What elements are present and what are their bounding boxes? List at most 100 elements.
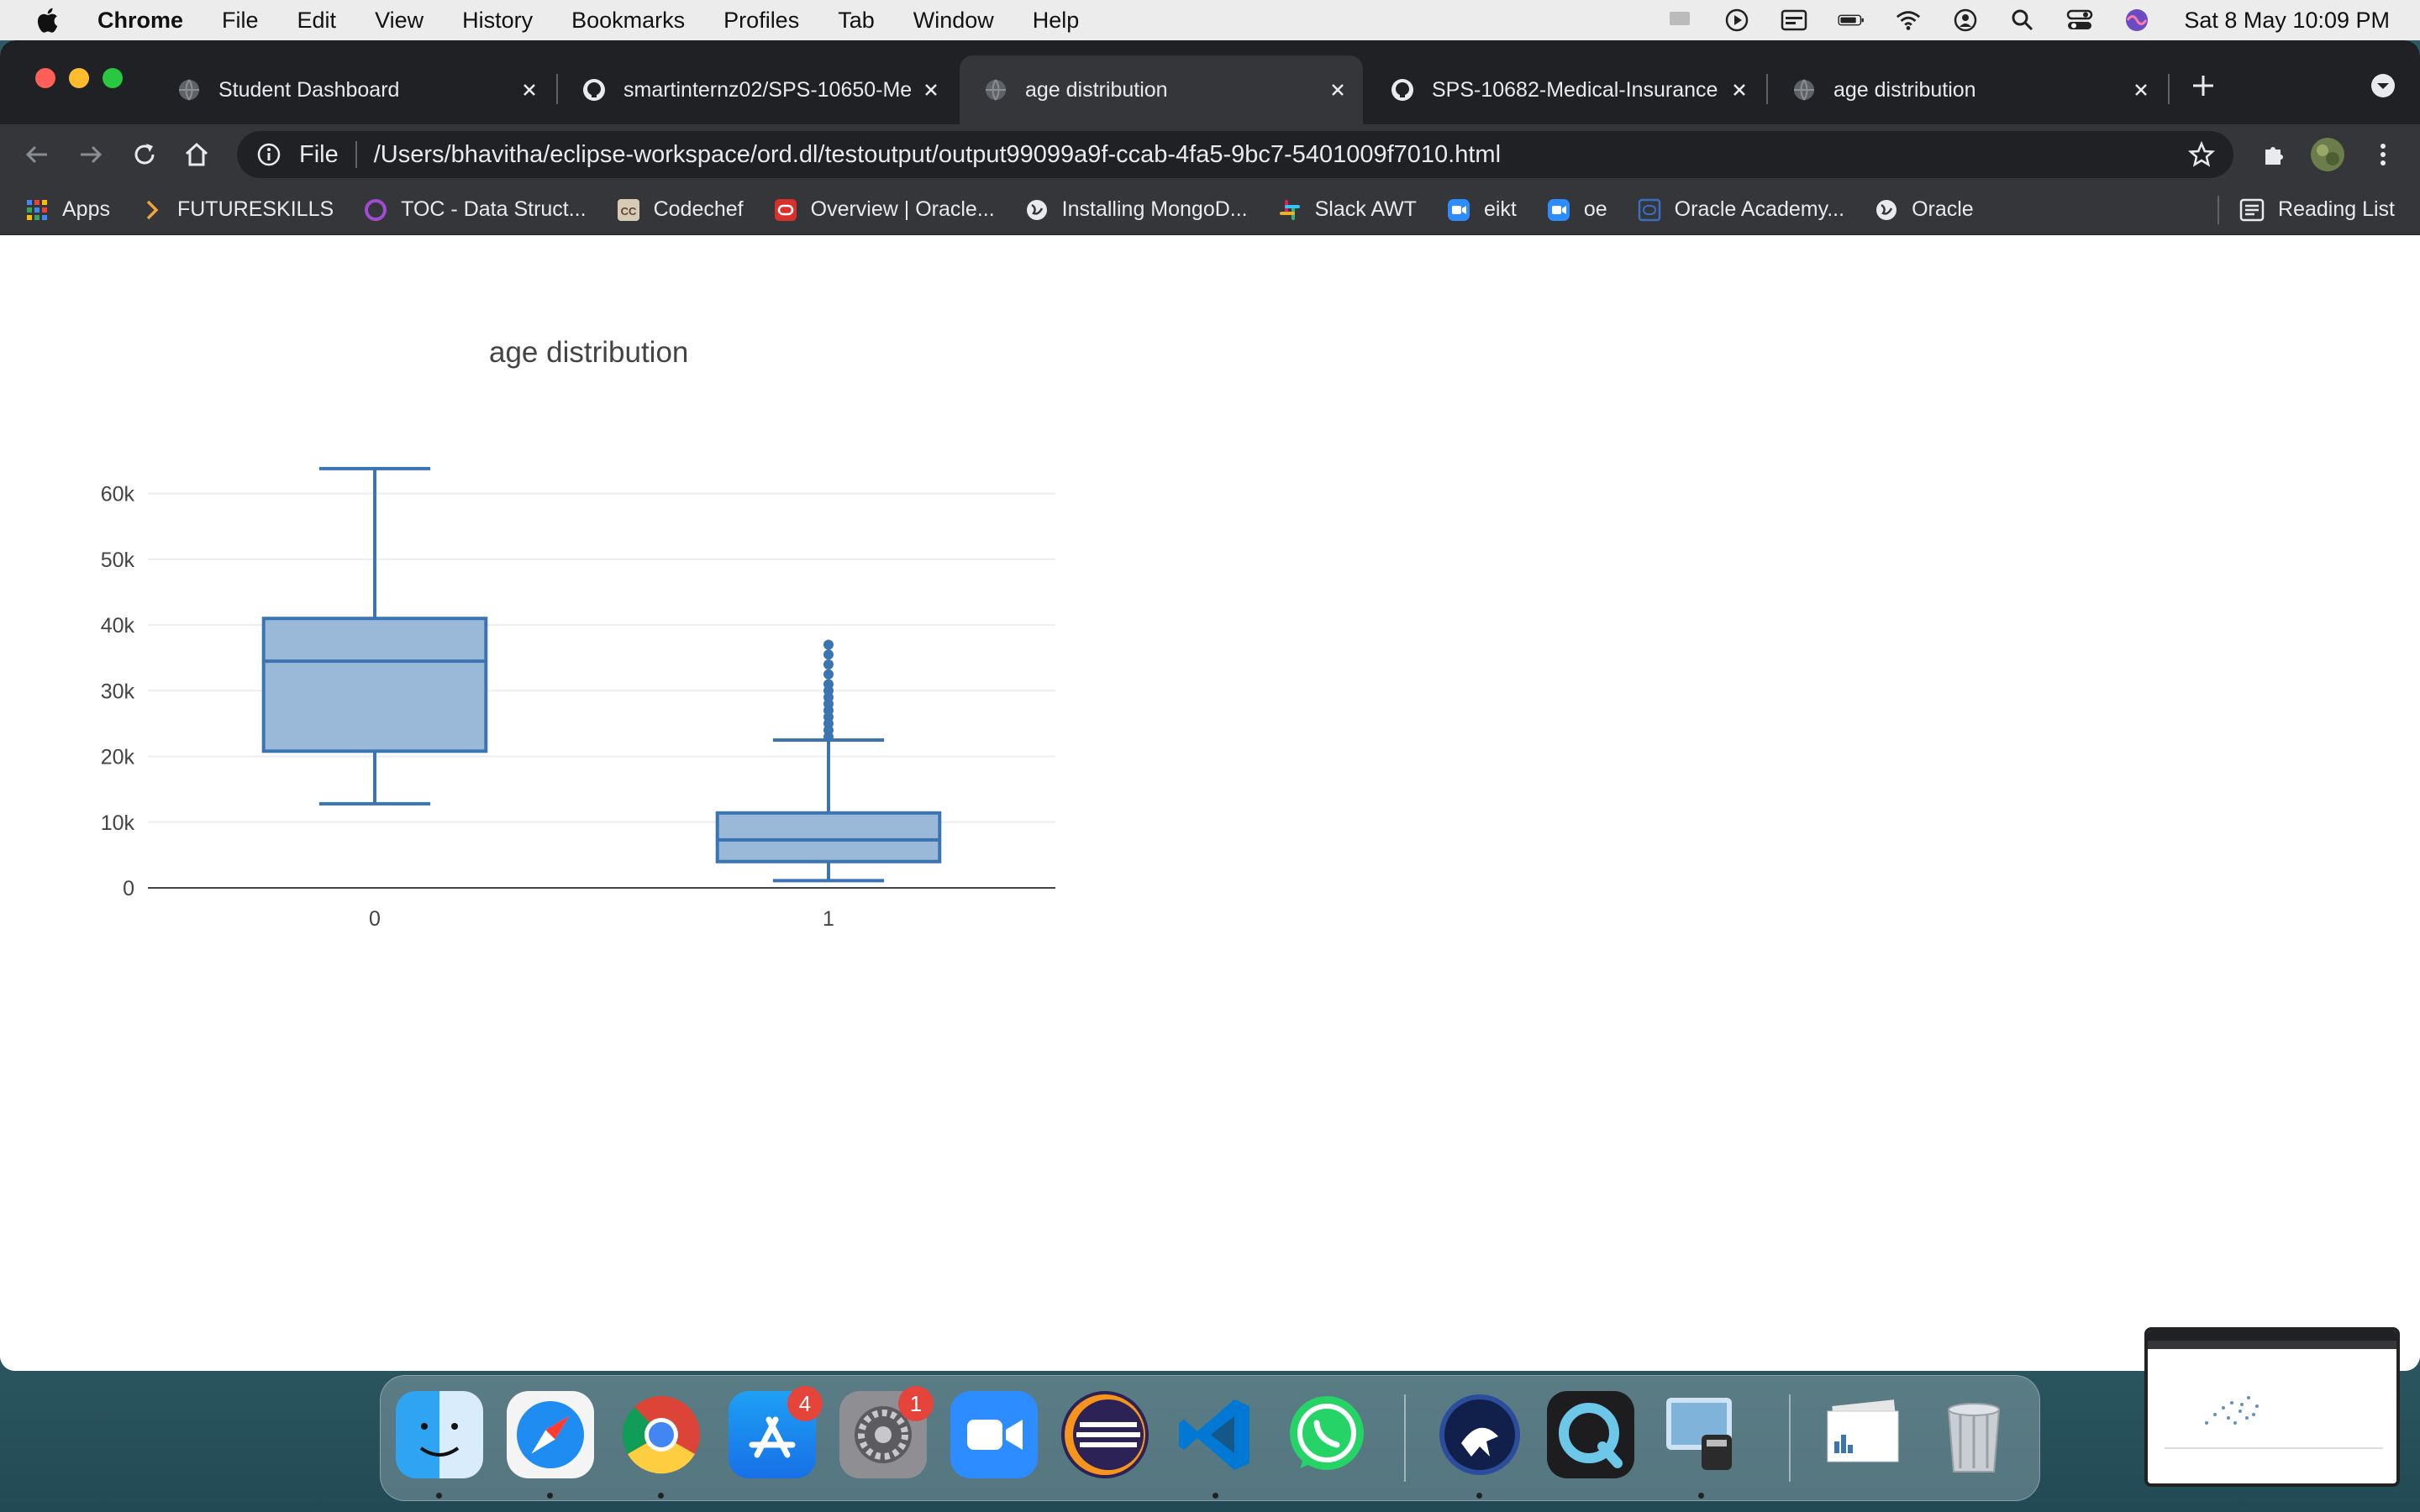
menu-bookmarks[interactable]: Bookmarks [571,8,685,34]
bookmark-label: Overview | Oracle... [810,197,995,221]
tab-age-distribution[interactable]: age distribution [1768,55,2166,124]
svg-text:CC: CC [620,205,636,218]
window-zoom-button[interactable] [103,68,123,88]
oracle-academy-icon [1638,198,1660,221]
tab-student-dashboard[interactable]: Student Dashboard [153,55,555,124]
documents-stack-icon[interactable] [1819,1391,1907,1478]
zoom-icon[interactable] [950,1391,1038,1478]
bookmark-oe[interactable]: oe [1547,197,1607,222]
tab-close-icon[interactable] [1723,73,1756,107]
vscode-icon[interactable] [1172,1391,1260,1478]
profile-avatar[interactable] [2309,136,2346,173]
menubar-clock[interactable]: Sat 8 May 10:09 PM [2184,8,2390,34]
bookmark-futureskills[interactable]: FUTURESKILLS [140,197,334,222]
tab-close-icon[interactable] [513,73,546,107]
address-bar[interactable]: File /Users/bhavitha/eclipse-workspace/o… [237,131,2233,178]
menu-file[interactable]: File [222,8,259,34]
tab-title: smartinternz02/SPS-10650-Me [623,77,913,102]
menu-app-name[interactable]: Chrome [97,8,183,34]
finder-icon[interactable] [396,1391,483,1478]
tab-github-sps-10650[interactable]: smartinternz02/SPS-10650-Me [558,55,956,124]
home-icon[interactable] [178,136,215,173]
tab-age-distribution-active[interactable]: age distribution [960,55,1363,124]
display-icon[interactable] [1666,7,1693,34]
user-account-icon[interactable] [1952,7,1979,34]
bookmarks-divider [2217,195,2220,224]
safari-icon[interactable] [507,1391,594,1478]
apple-logo-icon[interactable] [34,5,64,35]
dock-separator [1404,1394,1406,1482]
play-icon[interactable] [1723,7,1750,34]
page-content: age distribution 0 10k 20k 30k 40k 50k 60k 0 1 [0,235,2420,1371]
menu-help[interactable]: Help [1033,8,1080,34]
whatsapp-icon[interactable] [1283,1391,1370,1478]
url-scheme-label: File [299,140,339,168]
back-arrow-icon[interactable] [18,136,55,173]
globe-icon [986,79,1006,101]
box-iqr [261,617,488,753]
forward-arrow-icon[interactable] [72,136,109,173]
dock-running-indicator [1698,1493,1704,1499]
tab-search-chevron-icon[interactable] [2368,71,2398,101]
bookmark-slack-awt[interactable]: Slack AWT [1278,197,1417,222]
bookmark-eikt[interactable]: eikt [1447,197,1517,222]
siri-icon[interactable] [2123,7,2150,34]
quicktime-icon[interactable] [1547,1391,1634,1478]
app-store-icon[interactable]: 4 [729,1386,823,1478]
eclipse-icon[interactable] [1061,1391,1149,1478]
menu-profiles[interactable]: Profiles [723,8,799,34]
chrome-menu-kebab-icon[interactable] [2365,136,2402,173]
menu-edit[interactable]: Edit [297,8,337,34]
battery-icon[interactable] [1838,7,1865,34]
tab-close-icon[interactable] [1321,73,1355,107]
window-minimize-button[interactable] [69,68,89,88]
window-close-button[interactable] [35,68,55,88]
new-tab-plus-icon[interactable] [2186,69,2220,102]
browser-toolbar: File /Users/bhavitha/eclipse-workspace/o… [0,124,2420,185]
reload-icon[interactable] [126,136,163,173]
tab-title: Student Dashboard [218,77,400,102]
bookmark-label: Oracle [1912,197,1974,221]
tab-separator [2168,74,2170,104]
zoom-icon [1447,198,1470,221]
reading-list-label: Reading List [2278,197,2395,221]
bookmark-toc[interactable]: TOC - Data Struct... [364,197,587,222]
system-preferences-icon[interactable]: 1 [839,1386,934,1478]
control-center-icon[interactable] [2066,7,2093,34]
menu-view[interactable]: View [375,8,424,34]
trash-icon[interactable] [1930,1391,2018,1478]
bookmark-mongodb[interactable]: Installing MongoD... [1025,197,1248,222]
mac-menubar: Chrome File Edit View History Bookmarks … [0,0,2420,40]
y-tick-label: 50k [101,549,135,572]
spotlight-search-icon[interactable] [2009,7,2036,34]
outlier-point [823,659,834,669]
url-text[interactable]: /Users/bhavitha/eclipse-workspace/ord.dl… [374,141,1501,169]
menu-history[interactable]: History [462,8,533,34]
bookmark-label: Slack AWT [1314,197,1417,221]
box-plot[interactable]: 0 10k 20k 30k 40k 50k 60k 0 1 [0,235,1092,991]
bookmark-oracle[interactable]: Oracle [1875,197,1974,222]
chrome-icon[interactable] [618,1391,705,1478]
bookmark-apps[interactable]: Apps [25,197,110,222]
reading-list-button[interactable]: Reading List [2197,195,2395,224]
bookmark-codechef[interactable]: CC Codechef [617,197,744,222]
wifi-icon[interactable] [1895,7,1922,34]
calendar-icon[interactable] [1781,7,1807,34]
bookmark-oracle-overview[interactable]: Overview | Oracle... [774,197,995,222]
menu-tab[interactable]: Tab [838,8,875,34]
extensions-puzzle-icon[interactable] [2255,136,2292,173]
menu-window[interactable]: Window [913,8,994,34]
tab-strip: Student Dashboard smartinternz02/SPS-106… [0,40,2420,124]
bookmark-star-icon[interactable] [2188,141,2215,168]
screenshot-thumbnail-preview[interactable] [2144,1327,2400,1487]
dock-running-indicator [1476,1493,1482,1499]
tab-close-icon[interactable] [914,73,948,107]
info-icon[interactable] [255,141,282,168]
tab-github-sps-10682[interactable]: SPS-10682-Medical-Insurance [1366,55,1765,124]
cyberduck-icon[interactable] [1436,1391,1523,1478]
preview-icon[interactable] [1658,1391,1745,1478]
zoom-icon [1547,198,1570,221]
bookmark-oracle-academy[interactable]: Oracle Academy... [1638,197,1844,222]
bookmark-label: oe [1583,197,1607,221]
tab-close-icon[interactable] [2124,73,2158,107]
